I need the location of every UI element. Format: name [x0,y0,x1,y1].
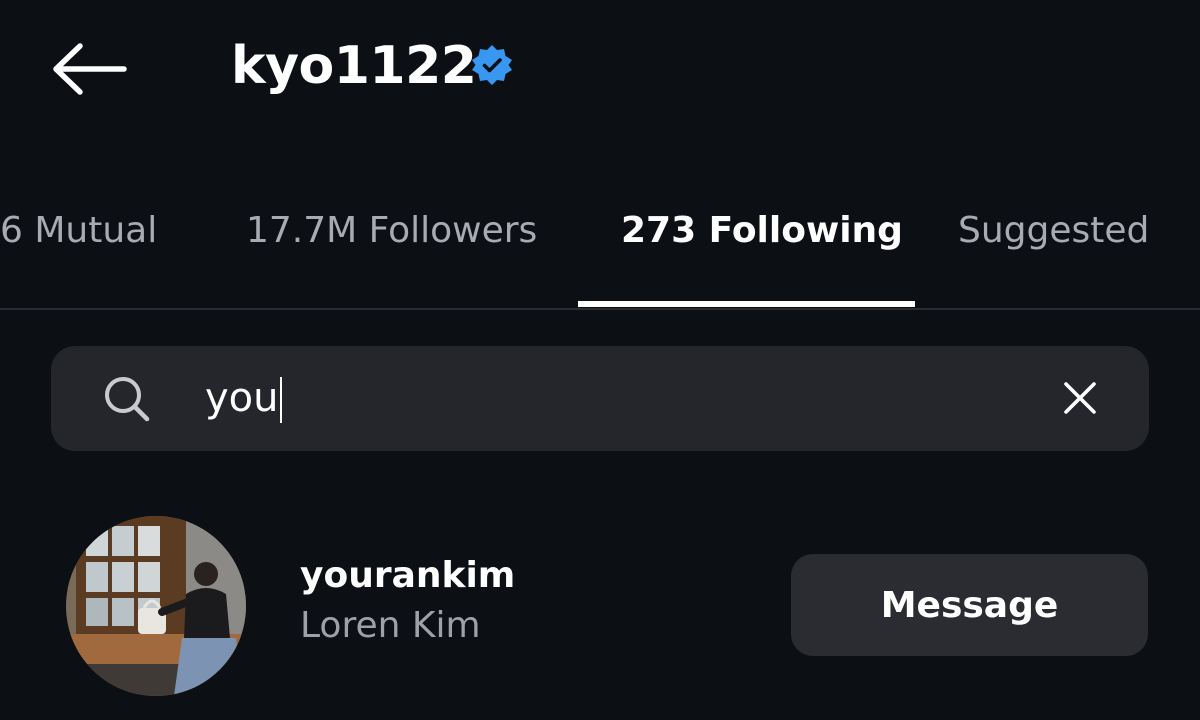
tab-bar: 6 Mutual 17.7M Followers 273 Following S… [0,188,1200,308]
search-input-value: you [205,375,279,421]
active-tab-indicator [578,301,915,307]
clear-search-button[interactable] [1054,372,1106,424]
page-title: kyo1122 [231,36,477,96]
message-button[interactable]: Message [791,554,1148,656]
tab-following[interactable]: 273 Following [621,206,903,256]
avatar[interactable] [66,516,246,696]
tabs-divider [0,308,1200,310]
search-bar[interactable]: you [51,346,1149,451]
back-button[interactable] [48,38,130,100]
search-icon [105,377,150,422]
result-username[interactable]: yourankim [300,552,515,600]
text-caret [279,377,282,423]
avatar-photo [66,516,246,696]
search-input[interactable]: you [205,368,282,428]
tab-suggested[interactable]: Suggested [958,206,1149,256]
tab-followers[interactable]: 17.7M Followers [246,206,537,256]
arrow-left-icon [53,43,127,95]
close-icon [1064,382,1096,414]
following-screen: kyo1122 6 Mutual 17.7M Followers 273 Fol… [0,0,1200,720]
verified-badge-icon [472,45,512,85]
tab-mutual[interactable]: 6 Mutual [0,206,157,256]
result-full-name: Loren Kim [300,605,481,646]
list-item[interactable]: yourankim Loren Kim Message [0,510,1200,700]
